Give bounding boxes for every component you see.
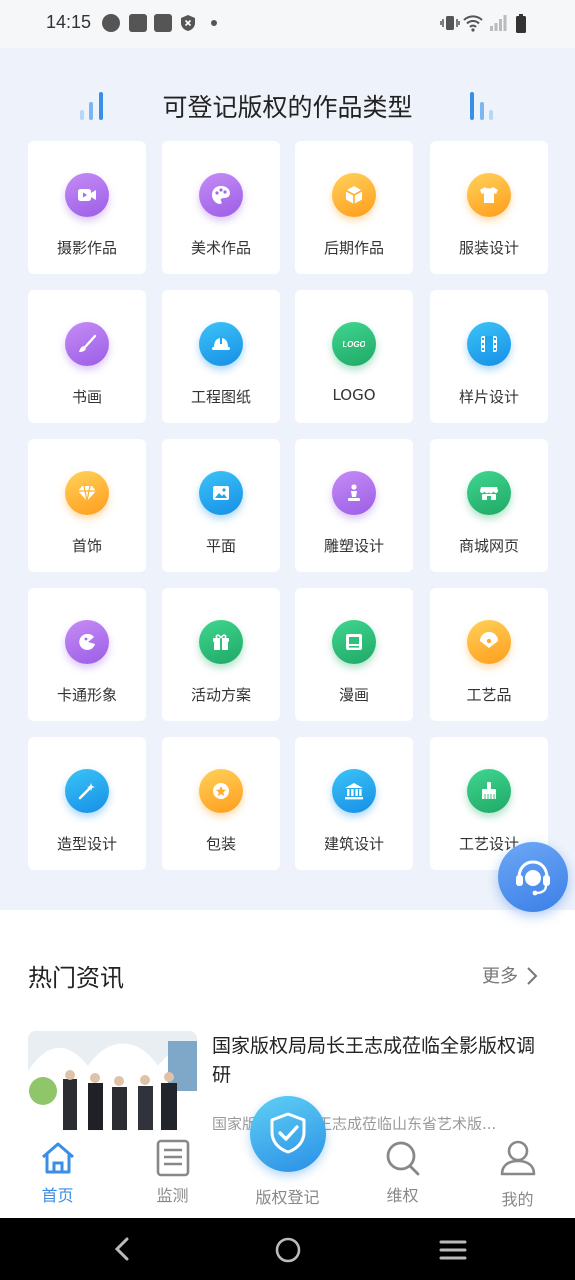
mail-icon: [154, 14, 172, 32]
notification-dot-icon: [211, 20, 217, 26]
vibrate-icon: [440, 14, 460, 32]
video-camera-icon: [65, 173, 109, 217]
news-thumbnail[interactable]: [28, 1031, 197, 1131]
title-decoration-right: [470, 92, 500, 120]
work-type-label: 雕塑设计: [323, 537, 384, 555]
work-type-label: 活动方案: [190, 686, 251, 704]
tab-label: 版权登记: [255, 1188, 320, 1207]
work-type-cartoon[interactable]: 卡通形象: [28, 588, 146, 721]
user-icon: [500, 1140, 536, 1176]
work-type-label: 美术作品: [190, 239, 251, 257]
hot-news-title: 热门资讯: [28, 964, 124, 992]
work-type-label: 建筑设计: [323, 835, 384, 853]
work-type-event-plan[interactable]: 活动方案: [162, 588, 280, 721]
work-type-label: 工程图纸: [190, 388, 251, 406]
work-type-fashion-design[interactable]: 服装设计: [430, 141, 548, 274]
tab-mine[interactable]: 我的: [460, 1130, 575, 1218]
work-type-graphic[interactable]: 平面: [162, 439, 280, 572]
diamond-icon: [65, 471, 109, 515]
customer-service-button[interactable]: [498, 842, 568, 912]
building-icon: [332, 769, 376, 813]
system-navigation-bar: [0, 1218, 575, 1280]
cartoon-icon: [65, 620, 109, 664]
logo-icon: LOGO: [332, 322, 376, 366]
work-type-label: LOGO: [332, 386, 376, 404]
tab-label: 我的: [501, 1190, 534, 1209]
mail-icon: [129, 14, 147, 32]
work-type-handicraft[interactable]: 工艺品: [430, 588, 548, 721]
craft-icon: [467, 769, 511, 813]
more-link[interactable]: 更多: [482, 962, 518, 988]
image-icon: [199, 471, 243, 515]
work-type-photography[interactable]: 摄影作品: [28, 141, 146, 274]
tab-rights-protection[interactable]: 维权: [345, 1130, 460, 1218]
work-type-label: 书画: [71, 388, 102, 406]
work-type-label: 后期作品: [323, 239, 384, 257]
fan-icon: [467, 620, 511, 664]
home-icon: [42, 1142, 74, 1174]
news-title[interactable]: 国家版权局局长王志成莅临全影版权调研: [212, 1032, 547, 1090]
work-type-engineering-drawing[interactable]: 工程图纸: [162, 290, 280, 423]
work-type-packaging[interactable]: 包装: [162, 737, 280, 870]
work-type-label: 漫画: [338, 686, 369, 704]
brush-icon: [65, 322, 109, 366]
tab-label: 监测: [156, 1186, 189, 1205]
magic-wand-icon: [65, 769, 109, 813]
work-type-label: 平面: [205, 537, 236, 555]
palette-icon: [199, 173, 243, 217]
shield-check-icon: [270, 1112, 306, 1154]
work-type-label: 卡通形象: [56, 686, 117, 704]
work-type-label: 商城网页: [458, 537, 519, 555]
work-type-label: 摄影作品: [56, 239, 117, 257]
tab-label: 首页: [41, 1186, 74, 1205]
wifi-icon: [463, 14, 483, 32]
comic-book-icon: [332, 620, 376, 664]
speed-icon: [102, 14, 120, 32]
battery-icon: [515, 14, 533, 33]
shield-x-icon: [180, 14, 198, 32]
status-bar: 14:15: [0, 0, 575, 48]
signal-icon: [489, 14, 507, 32]
work-type-calligraphy[interactable]: 书画: [28, 290, 146, 423]
package-icon: [199, 769, 243, 813]
work-type-post-production[interactable]: 后期作品: [295, 141, 413, 274]
tab-label: 维权: [386, 1186, 419, 1205]
copyright-registration-button[interactable]: [250, 1096, 326, 1172]
sculpture-icon: [332, 471, 376, 515]
work-type-label: 包装: [205, 835, 236, 853]
work-type-label: 样片设计: [458, 388, 519, 406]
work-type-comic[interactable]: 漫画: [295, 588, 413, 721]
work-type-label: 服装设计: [458, 239, 519, 257]
film-icon: [467, 322, 511, 366]
tab-monitor[interactable]: 监测: [115, 1130, 230, 1218]
home-button-icon[interactable]: [274, 1236, 302, 1264]
gift-icon: [199, 620, 243, 664]
tshirt-icon: [467, 173, 511, 217]
work-type-label: 首饰: [71, 537, 102, 555]
work-type-jewelry[interactable]: 首饰: [28, 439, 146, 572]
work-type-web-store[interactable]: 商城网页: [430, 439, 548, 572]
chevron-right-icon[interactable]: [526, 966, 538, 986]
work-type-styling-design[interactable]: 造型设计: [28, 737, 146, 870]
work-type-sculpture[interactable]: 雕塑设计: [295, 439, 413, 572]
tab-home[interactable]: 首页: [0, 1130, 115, 1218]
work-type-logo[interactable]: LOGO LOGO: [295, 290, 413, 423]
document-icon: [156, 1139, 190, 1177]
svg-text:LOGO: LOGO: [343, 340, 365, 349]
recent-apps-icon[interactable]: [439, 1238, 467, 1262]
work-type-sample-design[interactable]: 样片设计: [430, 290, 548, 423]
back-icon[interactable]: [112, 1236, 132, 1262]
work-type-fine-art[interactable]: 美术作品: [162, 141, 280, 274]
status-time: 14:15: [46, 12, 92, 32]
work-type-label: 造型设计: [56, 835, 117, 853]
headset-icon: [516, 860, 550, 896]
search-icon: [386, 1141, 420, 1176]
store-icon: [467, 471, 511, 515]
cube-icon: [332, 173, 376, 217]
work-type-label: 工艺品: [466, 686, 512, 704]
work-type-architecture[interactable]: 建筑设计: [295, 737, 413, 870]
hardhat-icon: [199, 322, 243, 366]
